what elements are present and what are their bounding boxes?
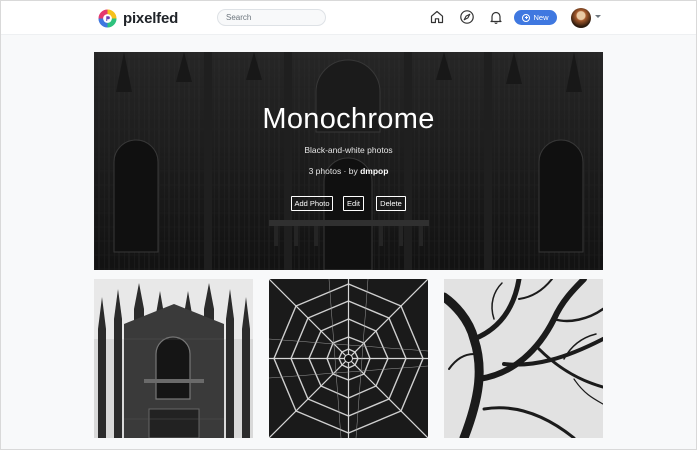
bell-icon: [490, 11, 502, 24]
home-button[interactable]: [429, 9, 445, 25]
collection-title: Monochrome: [262, 103, 435, 135]
new-post-button[interactable]: New: [514, 10, 557, 25]
top-navbar: pixelfed New: [1, 1, 696, 35]
user-avatar[interactable]: [571, 8, 591, 28]
photo-thumbnail-2[interactable]: [269, 279, 428, 438]
cathedral-photo: [94, 279, 253, 438]
photo-thumbnail-1[interactable]: [94, 279, 253, 438]
search-input[interactable]: [217, 9, 326, 26]
collection-meta: 3 photos · by dmpop: [94, 166, 603, 176]
author-link[interactable]: dmpop: [360, 166, 388, 176]
glass-dome-photo: [269, 279, 428, 438]
explore-button[interactable]: [459, 9, 475, 25]
photo-thumbnail-3[interactable]: [444, 279, 603, 438]
delete-button[interactable]: Delete: [376, 196, 406, 211]
collection-description: Black-and-white photos: [304, 145, 393, 155]
compass-icon: [460, 10, 474, 24]
brand-link[interactable]: pixelfed: [98, 8, 178, 28]
collection-hero: Monochrome Black-and-white photos 3 phot…: [94, 52, 603, 270]
photo-count: 3 photos · by: [308, 166, 358, 176]
tree-branches-photo: [444, 279, 603, 438]
notifications-button[interactable]: [488, 9, 504, 25]
pixelfed-logo-icon: [98, 8, 117, 28]
brand-name: pixelfed: [123, 9, 179, 27]
hero-overlay: [94, 52, 603, 270]
add-photo-button[interactable]: Add Photo: [291, 196, 333, 211]
edit-button[interactable]: Edit: [343, 196, 364, 211]
home-icon: [430, 10, 444, 24]
plus-circle-icon: [522, 13, 531, 22]
new-post-label: New: [533, 13, 549, 22]
chevron-down-icon[interactable]: [595, 15, 601, 18]
